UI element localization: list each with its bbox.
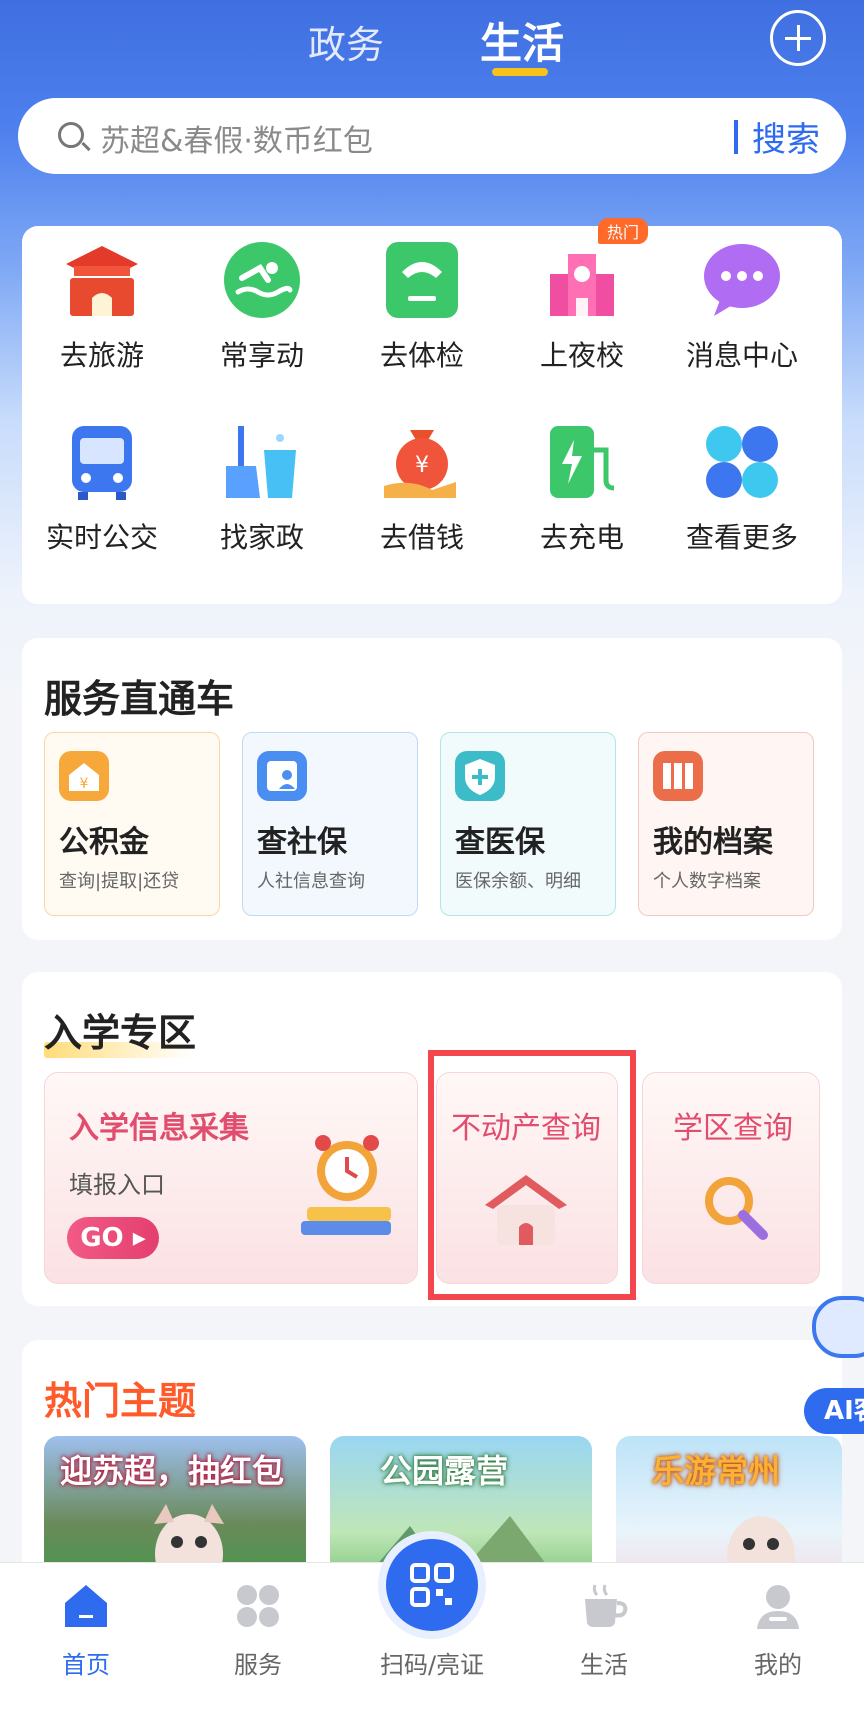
direct-item-title: 我的档案 — [653, 825, 773, 860]
direct-item-sub: 人社信息查询 — [257, 871, 365, 892]
tab-label: 首页 — [62, 1651, 110, 1679]
direct-item-title: 查社保 — [257, 825, 347, 860]
direct-item-sub: 医保余额、明细 — [455, 871, 581, 892]
search-divider — [734, 120, 738, 154]
robot-icon — [812, 1296, 864, 1358]
cleaning-icon — [226, 426, 296, 498]
chat-bubble-icon — [704, 244, 780, 316]
quick-item-label: 消息中心 — [685, 339, 798, 372]
section-title: 入学专区 — [44, 1011, 197, 1055]
temple-icon — [66, 246, 138, 316]
quick-item-label: 去充电 — [539, 521, 624, 554]
archive-icon — [653, 751, 703, 801]
direct-item-housing-fund[interactable]: ¥ 公积金 查询|提取|还贷 — [44, 732, 220, 916]
direct-item-sub: 个人数字档案 — [653, 871, 761, 892]
quick-item-checkup[interactable]: 去体检 — [342, 226, 502, 376]
quick-item-label: 查看更多 — [685, 521, 798, 554]
direct-item-social-security[interactable]: 查社保 人社信息查询 — [242, 732, 418, 916]
school-district-card[interactable]: 学区查询 — [642, 1072, 820, 1284]
plus-circle-icon[interactable] — [770, 10, 826, 66]
enrollment-info-card[interactable]: 入学信息采集 填报入口 GO ▸ — [44, 1072, 418, 1284]
tab-services[interactable]: 服务 — [198, 1581, 318, 1680]
svg-text:¥: ¥ — [80, 776, 89, 792]
section-title: 热门主题 — [44, 1379, 197, 1423]
direct-item-title: 查医保 — [455, 825, 545, 860]
active-tab-indicator — [492, 68, 548, 76]
quick-item-label: 常享动 — [219, 339, 304, 372]
quick-item-label: 实时公交 — [45, 521, 158, 554]
highlight-frame — [428, 1050, 636, 1300]
user-icon — [757, 1585, 799, 1629]
direct-item-title: 公积金 — [59, 825, 149, 860]
swim-icon — [224, 242, 300, 318]
home-icon — [65, 1585, 107, 1627]
social-security-icon — [257, 751, 307, 801]
section-title: 服务直通车 — [44, 677, 235, 721]
tab-label: 服务 — [234, 1651, 282, 1679]
enrollment-info-sub: 填报入口 — [69, 1171, 165, 1199]
tab-label: 生活 — [580, 1651, 628, 1679]
service-direct-card: 服务直通车 ¥ 公积金 查询|提取|还贷 查社保 人社信息查询 查医保 医保余额… — [22, 638, 842, 940]
tab-label: 我的 — [754, 1651, 802, 1679]
header: 政务 生活 — [0, 0, 864, 90]
coffee-cup-icon — [585, 1584, 628, 1627]
tab-gov[interactable]: 政务 — [308, 14, 384, 69]
go-button[interactable]: GO ▸ — [67, 1217, 159, 1259]
quick-item-messages[interactable]: 消息中心 — [662, 226, 822, 376]
quick-item-housekeeping[interactable]: 找家政 — [182, 408, 342, 558]
ai-assistant-float[interactable]: AI客 — [804, 1296, 864, 1436]
quick-item-travel[interactable]: 去旅游 — [22, 226, 182, 376]
search-icon — [58, 122, 84, 148]
charging-station-icon — [550, 426, 615, 498]
quick-item-sport[interactable]: 常享动 — [182, 226, 342, 376]
scale-icon — [386, 242, 458, 318]
quick-item-night-school[interactable]: 热门 上夜校 — [502, 218, 662, 376]
scan-label: 扫码/亮证 — [379, 1651, 485, 1679]
go-label: GO — [80, 1223, 124, 1253]
school-icon — [550, 254, 614, 316]
grid-more-icon — [706, 426, 778, 498]
direct-item-sub: 查询|提取|还贷 — [59, 871, 180, 892]
direct-item-archive[interactable]: 我的档案 个人数字档案 — [638, 732, 814, 916]
search-button[interactable]: 搜索 — [752, 112, 820, 161]
alarm-clock-books-icon — [301, 1135, 391, 1235]
quick-services-card: 去旅游 常享动 去体检 热门 上夜校 消息中心 实时公交 找家政 ¥ 去借钱 去… — [22, 218, 842, 604]
hot-topic-caption: 公园露营 — [380, 1452, 509, 1490]
enrollment-info-title: 入学信息采集 — [69, 1111, 249, 1146]
quick-item-label: 去借钱 — [379, 521, 464, 554]
direct-item-medical-insurance[interactable]: 查医保 医保余额、明细 — [440, 732, 616, 916]
medical-insurance-icon — [455, 751, 505, 801]
quick-item-more[interactable]: 查看更多 — [662, 408, 822, 558]
hot-badge: 热门 — [598, 218, 649, 244]
quick-item-label: 去体检 — [379, 339, 464, 372]
bus-icon — [72, 426, 132, 500]
quick-item-loan[interactable]: ¥ 去借钱 — [342, 408, 502, 558]
qr-code-icon — [410, 1563, 454, 1607]
search-input[interactable]: 苏超&春假·数币红包 — [100, 116, 373, 160]
quick-item-label: 找家政 — [219, 521, 304, 554]
search-bar[interactable]: 苏超&春假·数币红包 搜索 — [18, 98, 846, 174]
quick-item-bus[interactable]: 实时公交 — [22, 408, 182, 558]
tab-home[interactable]: 首页 — [26, 1581, 146, 1680]
money-bag-icon: ¥ — [384, 430, 456, 498]
quick-item-label: 去旅游 — [59, 339, 144, 372]
house-fund-icon: ¥ — [59, 751, 109, 801]
magnifier-icon — [705, 1177, 768, 1240]
quick-item-charging[interactable]: 去充电 — [502, 408, 662, 558]
quick-item-label: 上夜校 — [539, 339, 624, 372]
grid-icon — [237, 1585, 279, 1627]
svg-text:¥: ¥ — [415, 453, 429, 478]
ai-assistant-label: AI客 — [804, 1388, 864, 1434]
tab-life[interactable]: 生活 — [480, 10, 564, 71]
scan-button[interactable] — [378, 1531, 486, 1639]
tab-life[interactable]: 生活 — [544, 1581, 664, 1680]
school-district-title: 学区查询 — [673, 1111, 793, 1146]
bottom-tab-bar: 首页 服务 扫码/亮证 生活 我的 — [0, 1531, 864, 1714]
tab-mine[interactable]: 我的 — [718, 1581, 838, 1680]
